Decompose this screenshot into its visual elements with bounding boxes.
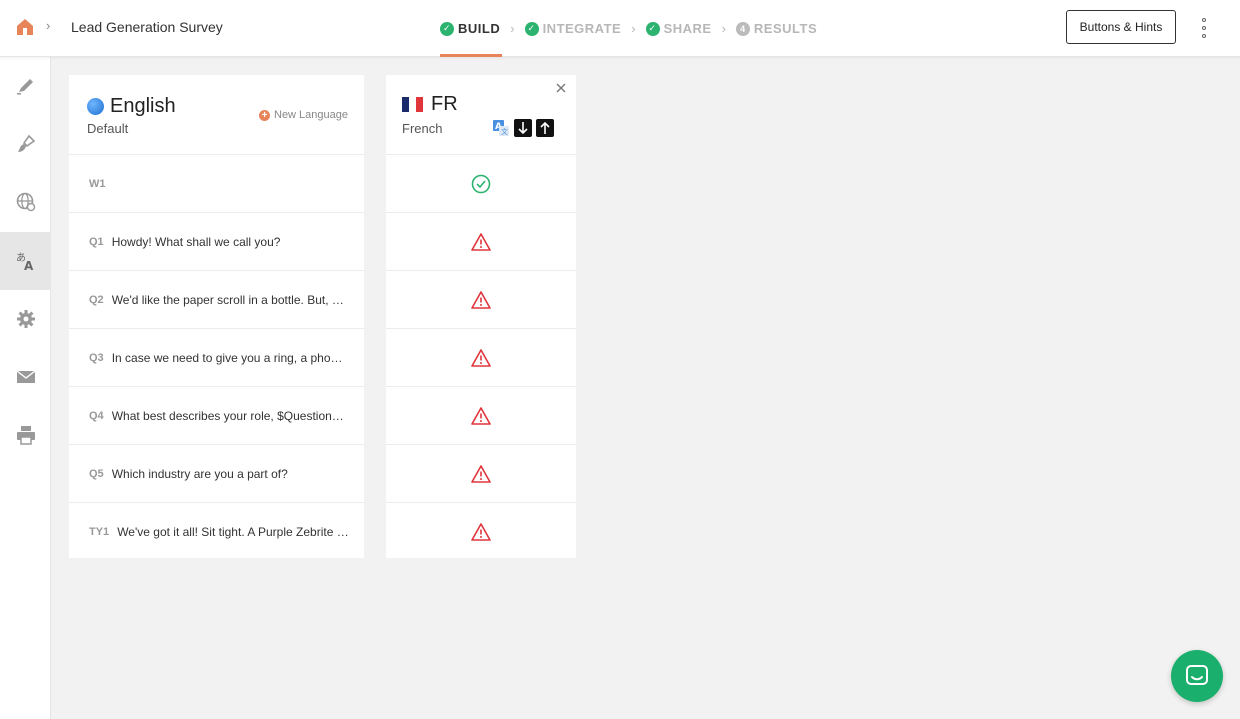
sidebar-item-design[interactable]	[0, 115, 51, 173]
pen-icon	[16, 79, 33, 95]
translation-language-header: FR French A 文	[386, 75, 576, 155]
gear-icon	[16, 310, 35, 328]
plus-icon: +	[259, 109, 270, 121]
question-text: Howdy! What shall we call you?	[111, 234, 281, 249]
step-build[interactable]: ✓ BUILD	[440, 0, 503, 57]
language-name: English	[110, 95, 176, 117]
question-row[interactable]: Q5 Which industry are you a part of?	[69, 445, 364, 503]
top-bar: › Lead Generation Survey ✓ BUILD › ✓ INT…	[0, 0, 1240, 57]
sidebar-item-print[interactable]	[0, 406, 51, 464]
question-id: TY1	[89, 526, 110, 538]
question-text: What best describes your role, $Question…	[111, 408, 347, 423]
step-integrate[interactable]: ✓ INTEGRATE	[524, 0, 622, 57]
language-title: English	[87, 95, 176, 118]
buttons-hints-button[interactable]: Buttons & Hints	[1066, 10, 1176, 44]
translation-actions: A 文	[492, 119, 554, 137]
printer-icon	[16, 426, 35, 445]
check-icon: ✓	[440, 21, 454, 36]
more-options-icon[interactable]	[1198, 18, 1210, 38]
translation-status-row[interactable]	[386, 329, 576, 387]
survey-title[interactable]: Lead Generation Survey	[71, 19, 223, 35]
step-number-badge: 4	[735, 21, 750, 36]
close-icon[interactable]	[554, 81, 568, 95]
question-id: Q3	[89, 351, 104, 364]
chevron-right-icon: ›	[631, 21, 636, 36]
chat-icon	[1186, 665, 1208, 685]
check-icon: ✓	[645, 21, 660, 36]
warning-icon	[471, 348, 491, 367]
sidebar-item-build[interactable]	[0, 57, 51, 115]
sidebar-item-settings[interactable]	[0, 290, 51, 348]
france-flag-icon	[402, 97, 423, 112]
chevron-right-icon: ›	[510, 21, 515, 36]
sidebar-item-email[interactable]	[0, 348, 51, 406]
language-title: FR	[402, 93, 458, 116]
question-id: Q5	[89, 467, 104, 480]
mail-icon	[16, 370, 35, 383]
svg-text:A: A	[24, 259, 34, 272]
warning-icon	[471, 290, 491, 309]
step-label: SHARE	[663, 21, 712, 36]
language-name: French	[402, 121, 443, 136]
question-text: In case we need to give you a ring, a ph…	[111, 350, 347, 365]
check-circle-icon	[471, 174, 491, 193]
question-text: We've got it all! Sit tight. A Purple Ze…	[117, 525, 353, 539]
sidebar-item-language[interactable]	[0, 173, 51, 231]
progress-steps: ✓ BUILD › ✓ INTEGRATE › ✓ SHARE › 4 RESU…	[440, 0, 817, 57]
translation-status-row[interactable]	[386, 503, 576, 561]
chevron-right-icon: ›	[721, 21, 726, 36]
upload-icon[interactable]	[536, 119, 554, 137]
step-results[interactable]: 4 RESULTS	[735, 0, 818, 57]
default-label: Default	[87, 121, 129, 136]
warning-icon	[471, 464, 491, 483]
question-text: Which industry are you a part of?	[111, 466, 288, 481]
sidebar: あ A	[0, 57, 51, 719]
question-row[interactable]: TY1 We've got it all! Sit tight. A Purpl…	[69, 503, 364, 561]
paint-brush-icon	[17, 134, 35, 152]
translate-icon: あ A	[16, 252, 34, 272]
question-id: W1	[89, 177, 106, 190]
language-globe-icon	[87, 98, 104, 115]
question-row[interactable]: Q2 We'd like the paper scroll in a bottl…	[69, 271, 364, 329]
sidebar-item-translate[interactable]: あ A	[0, 232, 51, 290]
translation-status-row[interactable]	[386, 271, 576, 329]
home-icon[interactable]	[14, 16, 36, 38]
new-language-button[interactable]: + New Language	[259, 109, 348, 121]
step-share[interactable]: ✓ SHARE	[645, 0, 712, 57]
question-row[interactable]: Q4 What best describes your role, $Quest…	[69, 387, 364, 445]
chat-support-button[interactable]	[1171, 650, 1223, 702]
question-text: We'd like the paper scroll in a bottle. …	[111, 292, 347, 307]
question-id: Q2	[89, 293, 104, 306]
translation-status-row[interactable]	[386, 445, 576, 503]
warning-icon	[471, 406, 491, 425]
download-icon[interactable]	[514, 119, 532, 137]
default-language-header: English Default + New Language	[69, 75, 364, 155]
auto-translate-icon[interactable]: A 文	[492, 119, 510, 137]
translation-language-card: FR French A 文	[386, 75, 576, 558]
question-id: Q4	[89, 409, 104, 422]
question-id: Q1	[89, 235, 104, 248]
translation-status-row[interactable]	[386, 387, 576, 445]
question-row[interactable]: Q1 Howdy! What shall we call you?	[69, 213, 364, 271]
question-row[interactable]: Q3 In case we need to give you a ring, a…	[69, 329, 364, 387]
svg-text:文: 文	[501, 127, 508, 136]
warning-icon	[471, 232, 491, 251]
question-row[interactable]: W1	[69, 155, 364, 213]
step-label: INTEGRATE	[542, 21, 622, 36]
translation-status-row[interactable]	[386, 155, 576, 213]
step-label: RESULTS	[753, 21, 818, 36]
step-label: BUILD	[458, 21, 501, 36]
new-language-label: New Language	[274, 109, 349, 121]
check-icon: ✓	[524, 21, 539, 36]
chevron-right-icon: ›	[46, 18, 51, 33]
default-language-card: English Default + New Language W1 Q1 How…	[69, 75, 364, 558]
globe-icon	[16, 192, 35, 212]
translation-status-row[interactable]	[386, 213, 576, 271]
language-code: FR	[431, 93, 458, 115]
warning-icon	[471, 523, 491, 541]
